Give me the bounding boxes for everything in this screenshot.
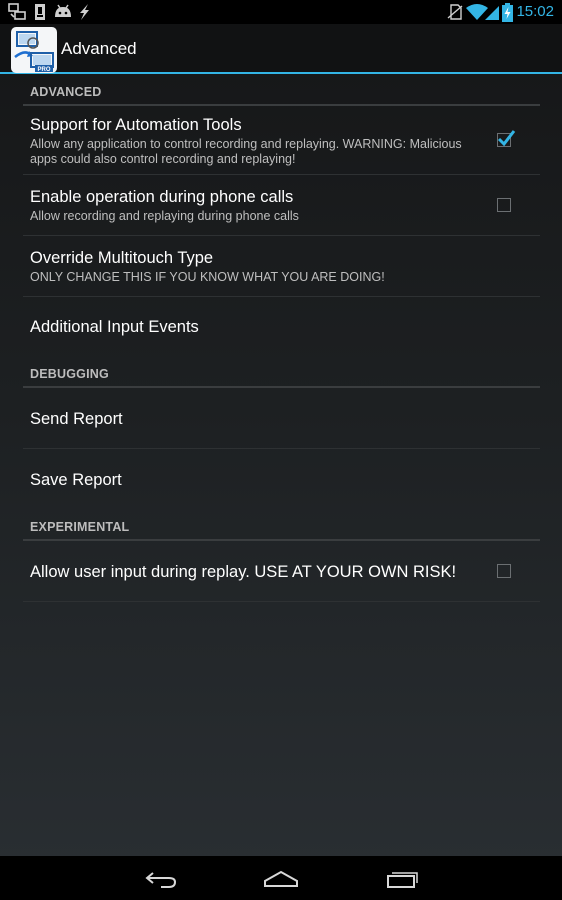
pref-title: Save Report: [30, 471, 122, 489]
pref-title: Additional Input Events: [30, 318, 199, 336]
phone-calls-checkbox[interactable]: [497, 198, 511, 212]
no-sim-icon: [447, 3, 463, 26]
home-icon: [264, 870, 298, 887]
section-header-advanced: ADVANCED: [23, 76, 540, 106]
navigation-bar: [0, 856, 562, 900]
android-debug-icon: [53, 3, 73, 26]
notification-app-icon: [8, 3, 26, 26]
home-button[interactable]: [251, 856, 311, 900]
page-title: Advanced: [61, 39, 137, 58]
pref-summary: Allow any application to control recordi…: [30, 137, 462, 166]
back-button[interactable]: [131, 856, 191, 900]
user-input-checkbox[interactable]: [497, 564, 511, 578]
pref-override-multitouch[interactable]: Override Multitouch Type ONLY CHANGE THI…: [23, 236, 540, 297]
sd-card-icon: [32, 3, 48, 26]
section-header-debugging: DEBUGGING: [23, 358, 540, 388]
pref-summary: ONLY CHANGE THIS IF YOU KNOW WHAT YOU AR…: [30, 270, 385, 284]
checkmark-icon: [497, 130, 516, 147]
status-bar: 15:02: [0, 0, 562, 24]
back-icon: [145, 872, 177, 888]
flash-icon: [77, 3, 91, 26]
section-header-experimental: EXPERIMENTAL: [23, 511, 540, 541]
recent-apps-icon: [387, 872, 418, 888]
pref-title: Allow user input during replay. USE AT Y…: [30, 563, 457, 581]
section-header-label: EXPERIMENTAL: [30, 520, 130, 534]
section-header-label: ADVANCED: [30, 85, 102, 99]
pref-allow-user-input[interactable]: Allow user input during replay. USE AT Y…: [23, 541, 540, 602]
app-icon[interactable]: PRO: [11, 27, 57, 73]
pref-additional-input-events[interactable]: Additional Input Events: [23, 297, 540, 358]
action-bar: PRO Advanced: [0, 24, 562, 74]
pro-badge: PRO: [37, 67, 50, 73]
section-header-label: DEBUGGING: [30, 367, 109, 381]
pref-summary: Allow recording and replaying during pho…: [30, 209, 299, 223]
pref-title: Override Multitouch Type: [30, 249, 214, 267]
pref-title: Send Report: [30, 410, 123, 428]
clock: 15:02: [516, 3, 554, 20]
recent-apps-button[interactable]: [371, 856, 431, 900]
pref-title: Support for Automation Tools: [30, 116, 242, 134]
pref-save-report[interactable]: Save Report: [23, 449, 540, 510]
pref-automation-tools[interactable]: Support for Automation Tools Allow any a…: [23, 106, 540, 175]
pref-title: Enable operation during phone calls: [30, 188, 294, 206]
signal-icon: [484, 3, 500, 26]
pref-send-report[interactable]: Send Report: [23, 388, 540, 449]
automation-checkbox[interactable]: [497, 130, 516, 147]
pref-phone-calls[interactable]: Enable operation during phone calls Allo…: [23, 175, 540, 236]
